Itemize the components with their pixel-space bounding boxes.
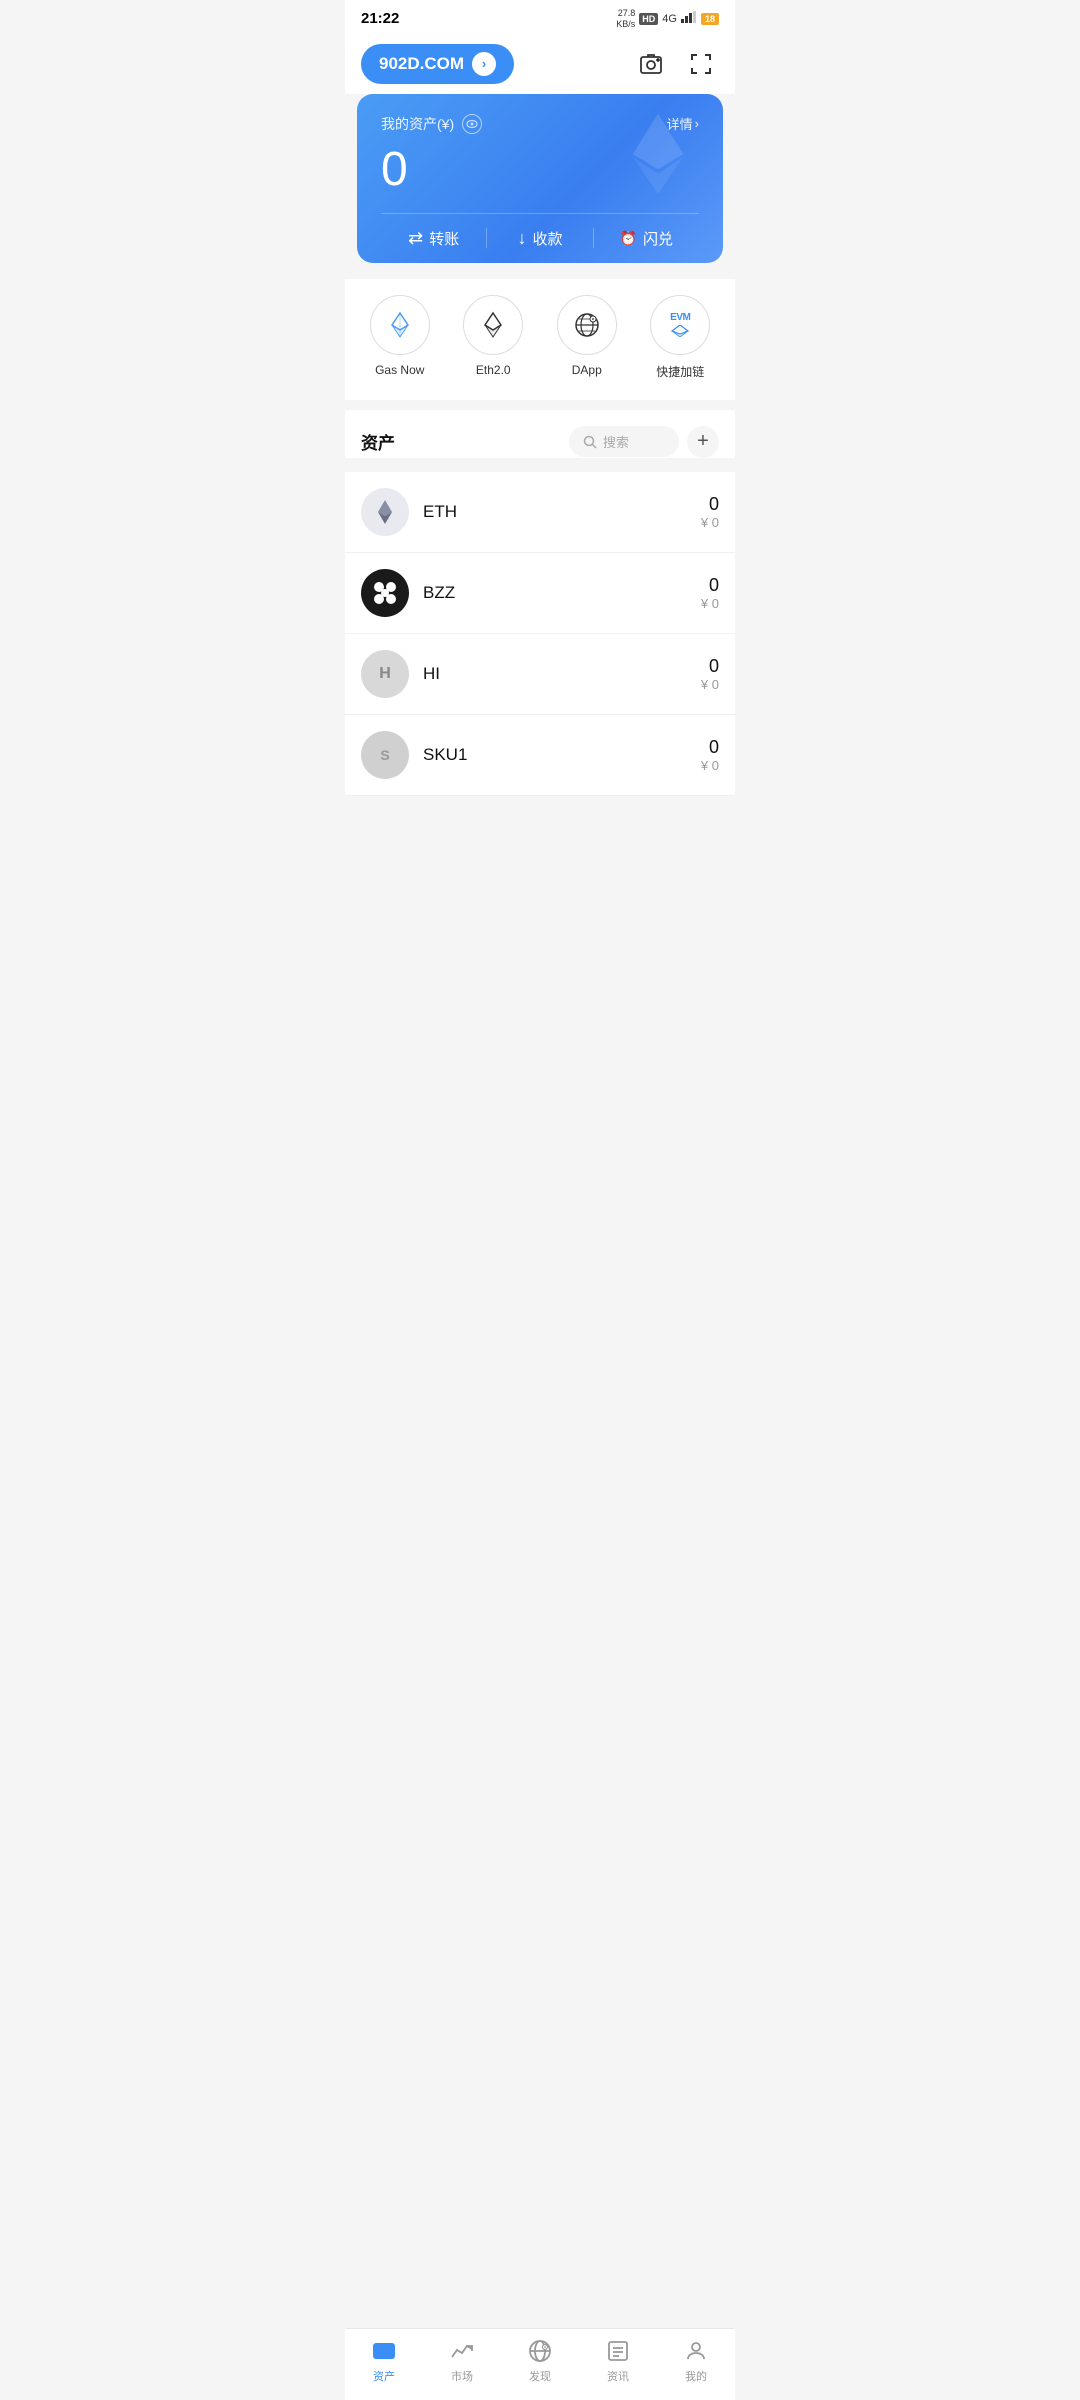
eye-icon[interactable] [462, 114, 482, 134]
hi-avatar: H [361, 650, 409, 698]
network-icon: 4G [662, 13, 677, 25]
camera-add-button[interactable] [633, 46, 669, 82]
asset-label: 我的资产(¥) [381, 114, 482, 134]
transfer-icon: ⇄ [408, 228, 423, 249]
status-speed: 27.8KB/s [616, 8, 635, 30]
bottom-nav-discover[interactable]: 发现 [501, 2337, 579, 2384]
signal-icon [681, 11, 697, 26]
quick-chain-icon: EVM [650, 295, 710, 355]
assets-title: 资产 [361, 429, 395, 454]
brand-button[interactable]: 902D.COM › [361, 44, 514, 84]
bottom-nav: 资产 市场 发现 [345, 2328, 735, 2400]
bottom-nav-profile[interactable]: 我的 [657, 2337, 735, 2384]
quick-menu-chain[interactable]: EVM 快捷加链 [640, 295, 720, 380]
asset-card: 我的资产(¥) 详情 › 0 [357, 94, 723, 263]
search-bar: 搜索 + [569, 426, 719, 458]
brand-text: 902D.COM [379, 54, 464, 74]
nav-action-icons [633, 46, 719, 82]
dapp-icon [557, 295, 617, 355]
token-item-eth[interactable]: ETH 0 ¥ 0 [345, 472, 735, 553]
quick-menu: Gas Now Eth2.0 [345, 279, 735, 400]
transfer-label: 转账 [429, 228, 459, 249]
asset-label-text: 我的资产(¥) [381, 114, 454, 134]
eth-symbol: ETH [423, 502, 457, 522]
sku1-amount: 0 [701, 737, 719, 758]
hi-symbol: HI [423, 664, 440, 684]
bzz-balance: 0 ¥ 0 [701, 575, 719, 611]
battery-icon: 18 [701, 13, 719, 25]
token-bzz-left: BZZ [361, 569, 455, 617]
flash-icon: ⏰ [620, 230, 637, 247]
quick-chain-label: 快捷加链 [656, 363, 704, 380]
token-list: ETH 0 ¥ 0 BZZ [345, 472, 735, 796]
bottom-nav-assets[interactable]: 资产 [345, 2337, 423, 2384]
profile-nav-label: 我的 [685, 2368, 707, 2384]
receive-button[interactable]: ↓ 收款 [487, 228, 592, 249]
token-eth-left: ETH [361, 488, 457, 536]
market-nav-label: 市场 [451, 2368, 473, 2384]
scan-button[interactable] [683, 46, 719, 82]
add-token-button[interactable]: + [687, 426, 719, 458]
market-nav-icon [448, 2337, 476, 2365]
bottom-nav-market[interactable]: 市场 [423, 2337, 501, 2384]
gas-now-label: Gas Now [375, 363, 424, 377]
status-icons: 27.8KB/s HD 4G 18 [616, 8, 719, 30]
transfer-button[interactable]: ⇄ 转账 [381, 228, 486, 249]
news-nav-icon [604, 2337, 632, 2365]
token-sku1-left: S SKU1 [361, 731, 467, 779]
sku1-symbol: SKU1 [423, 745, 467, 765]
assets-nav-label: 资产 [373, 2368, 395, 2384]
bzz-symbol: BZZ [423, 583, 455, 603]
receive-icon: ↓ [517, 228, 526, 249]
brand-arrow-icon: › [472, 52, 496, 76]
news-nav-label: 资讯 [607, 2368, 629, 2384]
eth-avatar [361, 488, 409, 536]
flash-exchange-button[interactable]: ⏰ 闪兑 [594, 228, 699, 249]
quick-menu-gas-now[interactable]: Gas Now [360, 295, 440, 380]
card-actions: ⇄ 转账 ↓ 收款 ⏰ 闪兑 [381, 213, 699, 263]
sku1-avatar: S [361, 731, 409, 779]
sku1-balance: 0 ¥ 0 [701, 737, 719, 773]
search-icon [583, 435, 597, 449]
sku1-cny: ¥ 0 [701, 758, 719, 773]
hi-amount: 0 [701, 656, 719, 677]
bzz-amount: 0 [701, 575, 719, 596]
eth2-icon [463, 295, 523, 355]
quick-menu-eth2[interactable]: Eth2.0 [453, 295, 533, 380]
eth-amount: 0 [701, 494, 719, 515]
token-item-bzz[interactable]: BZZ 0 ¥ 0 [345, 553, 735, 634]
bzz-avatar [361, 569, 409, 617]
eth2-label: Eth2.0 [476, 363, 511, 377]
bottom-nav-news[interactable]: 资讯 [579, 2337, 657, 2384]
token-item-hi[interactable]: H HI 0 ¥ 0 [345, 634, 735, 715]
token-item-sku1[interactable]: S SKU1 0 ¥ 0 [345, 715, 735, 796]
eth-cny: ¥ 0 [701, 515, 719, 530]
profile-nav-icon [682, 2337, 710, 2365]
token-hi-left: H HI [361, 650, 440, 698]
eth-balance: 0 ¥ 0 [701, 494, 719, 530]
assets-header: 资产 搜索 + [361, 426, 719, 458]
discover-nav-label: 发现 [529, 2368, 551, 2384]
status-bar: 21:22 27.8KB/s HD 4G 18 [345, 0, 735, 34]
discover-nav-icon [526, 2337, 554, 2365]
quick-menu-dapp[interactable]: DApp [547, 295, 627, 380]
bzz-cny: ¥ 0 [701, 596, 719, 611]
eth-watermark [613, 109, 703, 204]
hi-cny: ¥ 0 [701, 677, 719, 692]
receive-label: 收款 [532, 228, 562, 249]
assets-section: 资产 搜索 + [345, 410, 735, 458]
search-placeholder: 搜索 [603, 432, 629, 451]
gas-now-icon [370, 295, 430, 355]
search-input-wrap[interactable]: 搜索 [569, 426, 679, 457]
dapp-label: DApp [572, 363, 602, 377]
nav-bar: 902D.COM › [345, 34, 735, 94]
hi-balance: 0 ¥ 0 [701, 656, 719, 692]
assets-nav-icon [370, 2337, 398, 2365]
hd-icon: HD [639, 13, 658, 25]
flash-label: 闪兑 [643, 228, 673, 249]
status-time: 21:22 [361, 10, 399, 27]
